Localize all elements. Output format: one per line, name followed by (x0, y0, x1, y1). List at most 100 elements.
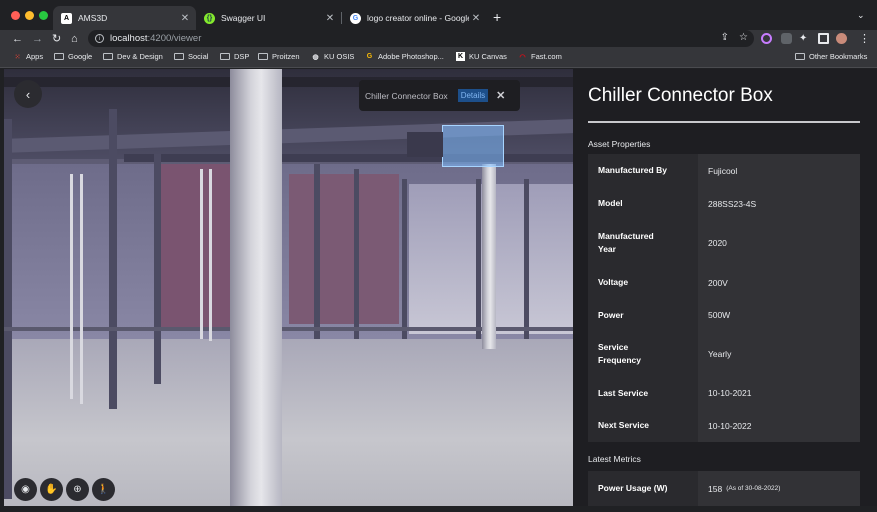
folder-icon (220, 53, 230, 60)
metric-row: Power Usage (W) 158 (As of 30-08-2022) (588, 471, 860, 506)
back-chevron-button[interactable]: ‹ (14, 80, 42, 108)
tab-close-icon[interactable]: ✕ (469, 13, 483, 24)
bookmark-google[interactable]: Google (54, 52, 92, 61)
bookmark-ku-osis[interactable]: ◍ KU OSIS (311, 52, 354, 61)
property-row: Service Frequency Yearly (588, 331, 860, 377)
back-arrow-icon[interactable]: ← (12, 32, 23, 46)
bookmark-ku-canvas[interactable]: K KU Canvas (456, 52, 507, 61)
forward-arrow-icon[interactable]: → (32, 32, 43, 46)
red-wall-panel (289, 174, 399, 324)
reload-icon[interactable]: ↻ (52, 32, 61, 46)
bookmark-label: KU OSIS (324, 52, 355, 61)
apps-grid-icon: ⁙ (14, 53, 21, 61)
extensions-puzzle-icon[interactable]: ✦ (799, 32, 807, 46)
share-icon[interactable]: ⇪ (721, 32, 729, 43)
site-info-icon[interactable]: i (95, 34, 104, 43)
bookmark-dev-design[interactable]: Dev & Design (103, 52, 163, 61)
address-bar[interactable]: i localhost:4200/viewer ⇪ ☆ (88, 30, 754, 47)
window-frame (524, 179, 529, 339)
folder-icon (795, 53, 805, 60)
bookmark-fast-com[interactable]: ◠ Fast.com (518, 52, 562, 61)
window-frame (402, 179, 407, 339)
window-frame (476, 179, 481, 339)
property-value: 2020 (698, 220, 860, 266)
details-button[interactable]: Details (457, 89, 489, 102)
folder-icon (258, 53, 268, 60)
property-value: Yearly (698, 331, 860, 377)
window-minimize-button[interactable] (25, 11, 34, 20)
bookmarks-bar: ⁙ Apps Google Dev & Design Social DSP Pro… (0, 48, 877, 68)
chiller-connector-box-highlight[interactable] (442, 125, 504, 167)
fast-speed-icon: ◠ (519, 53, 526, 61)
red-wall-panel (159, 164, 234, 329)
window-frame (354, 169, 359, 339)
window-frame (109, 109, 117, 409)
bookmark-social[interactable]: Social (174, 52, 208, 61)
close-icon[interactable]: ✕ (496, 89, 505, 102)
asset-properties-heading: Asset Properties (588, 139, 651, 149)
tab-search-chevron-icon[interactable]: ⌄ (857, 10, 865, 21)
extension-color-icon[interactable] (761, 33, 772, 44)
bookmark-star-icon[interactable]: ☆ (739, 32, 748, 43)
tab-ams3d[interactable]: A AMS3D ✕ (53, 6, 196, 30)
column-pillar (482, 164, 496, 349)
globe-icon: ◍ (312, 53, 319, 61)
property-value: 10-10-2021 (698, 377, 860, 409)
tab-google-search[interactable]: G logo creator online - Google Se ✕ (342, 6, 487, 30)
browser-menu-icon[interactable]: ⋮ (859, 32, 870, 46)
folder-icon (103, 53, 113, 60)
bookmark-label: Apps (26, 52, 44, 61)
tab-title: logo creator online - Google Se (367, 13, 469, 23)
property-row: Power 500W (588, 299, 860, 331)
metric-value-cell: 158 (As of 30-08-2022) (698, 471, 860, 506)
asset-details-panel: Chiller Connector Box Asset Properties M… (573, 69, 877, 506)
ams3d-favicon-icon: A (61, 12, 72, 24)
window-close-button[interactable] (11, 11, 20, 20)
hvac-duct (407, 132, 443, 157)
bookmark-label: Dev & Design (117, 52, 163, 61)
new-tab-button[interactable]: + (493, 9, 501, 25)
tab-close-icon[interactable]: ✕ (323, 13, 337, 24)
bookmark-apps[interactable]: ⁙ Apps (13, 52, 44, 61)
folder-icon (54, 53, 64, 60)
door-handle (80, 174, 83, 404)
viewer-toolbar: ◉ ✋ ⊕ 🚶 (14, 478, 115, 501)
google-g-icon: G (366, 53, 373, 60)
bookmark-label: Fast.com (531, 52, 562, 61)
property-row: Manufactured Year 2020 (588, 220, 860, 266)
bookmark-dsp[interactable]: DSP (220, 52, 249, 61)
tab-close-icon[interactable]: ✕ (178, 13, 192, 24)
other-bookmarks[interactable]: Other Bookmarks (795, 52, 867, 61)
3d-viewer-canvas[interactable] (4, 69, 573, 506)
bookmark-proitzen[interactable]: Proitzen (258, 52, 300, 61)
extension-grid-icon[interactable] (781, 33, 792, 44)
property-key: Power (588, 299, 698, 331)
window-frame (154, 154, 161, 384)
property-row: Last Service 10-10-2021 (588, 377, 860, 409)
side-panel-icon[interactable] (818, 33, 829, 44)
asset-tooltip: Chiller Connector Box Details ✕ (359, 80, 520, 111)
home-icon[interactable]: ⌂ (71, 32, 78, 46)
tab-swagger[interactable]: {} Swagger UI ✕ (196, 6, 341, 30)
tab-title: Swagger UI (221, 13, 266, 23)
property-value: 288SS23-4S (698, 187, 860, 220)
window-frame (314, 164, 320, 339)
first-person-icon[interactable]: 🚶 (92, 478, 115, 501)
latest-metrics-heading: Latest Metrics (588, 454, 641, 464)
tooltip-title: Chiller Connector Box (365, 90, 448, 101)
property-key: Service Frequency (588, 331, 698, 377)
property-key: Last Service (588, 377, 698, 409)
tab-title: AMS3D (78, 13, 108, 23)
pan-hand-icon[interactable]: ✋ (40, 478, 63, 501)
swagger-favicon-icon: {} (204, 12, 215, 24)
door-handle (70, 174, 73, 399)
zoom-icon[interactable]: ⊕ (66, 478, 89, 501)
property-row: Voltage 200V (588, 266, 860, 299)
metric-value: 158 (708, 483, 723, 494)
orbit-compass-icon[interactable]: ◉ (14, 478, 37, 501)
window-maximize-button[interactable] (39, 11, 48, 20)
door-handle (209, 169, 212, 341)
ceiling-beam (124, 154, 573, 162)
bookmark-adobe-photoshop[interactable]: G Adobe Photoshop... (365, 52, 444, 61)
profile-avatar[interactable] (836, 33, 847, 44)
